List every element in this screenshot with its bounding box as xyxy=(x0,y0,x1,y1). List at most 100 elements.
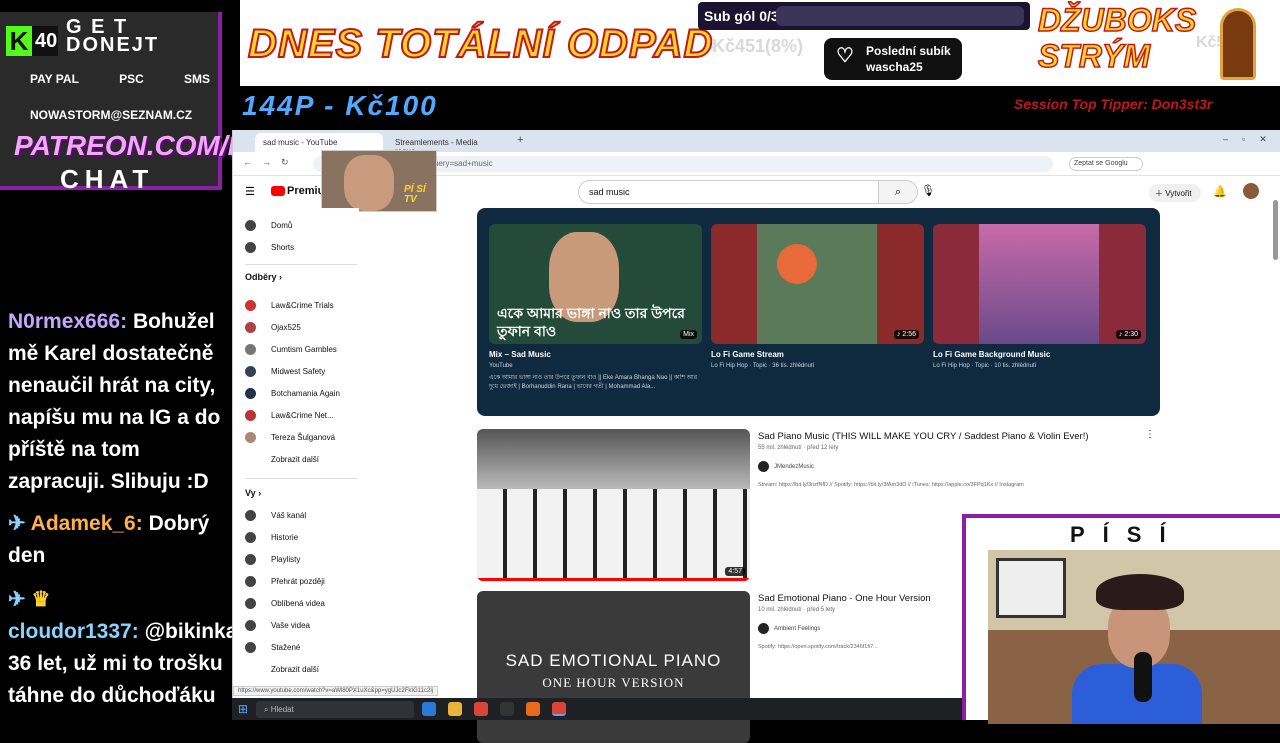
sidebar-item-your-videos[interactable]: Vaše videa xyxy=(245,616,310,634)
search-input[interactable]: sad music xyxy=(578,180,908,204)
sidebar-item-downloads[interactable]: Stažené xyxy=(245,638,300,656)
sub-goal-label: Sub gól 0/3 xyxy=(704,8,779,24)
channel-name: JMendezMusic xyxy=(774,463,815,470)
video-thumbnail[interactable]: 4:57 xyxy=(477,429,750,581)
pip-face xyxy=(344,155,394,211)
shelf-card[interactable]: একে আমার ভাঙ্গা নাও তার উপরে তুফান বাও M… xyxy=(489,224,702,392)
jukebox-title: DŽUBOKS STRÝM xyxy=(1037,1,1197,75)
like-icon xyxy=(245,597,256,609)
sidebar-item-playlists[interactable]: Playlisty xyxy=(245,550,300,568)
card-channel: Lo Fi Hip Hop · Topic · 36 tis. zhlédnut… xyxy=(711,363,815,369)
video-title[interactable]: Sad Piano Music (THIS WILL MAKE YOU CRY … xyxy=(758,431,1089,442)
duration-badge: ♪ 2:56 xyxy=(893,330,919,339)
channel-avatar xyxy=(245,431,256,443)
sidebar-label: Botchamania Again xyxy=(271,388,340,398)
sidebar-item-sub[interactable]: Ojax525 xyxy=(245,318,301,336)
tab-strip: sad music - YouTube Streamlements - Medi… xyxy=(233,130,1280,156)
tab-label: sad music - YouTube xyxy=(263,138,338,147)
scrollbar[interactable] xyxy=(1273,200,1278,260)
bell-icon[interactable]: 🔔 xyxy=(1213,185,1227,198)
pip-label: PÍ SÍ TV xyxy=(404,184,426,205)
vlc-icon[interactable] xyxy=(526,702,540,716)
mic-icon[interactable]: 🎙 xyxy=(921,184,935,197)
window-controls[interactable]: –▫✕ xyxy=(1223,134,1280,145)
thumbnail-sun xyxy=(777,244,817,284)
chrome-icon[interactable] xyxy=(474,702,488,716)
chat-message: N0rmex666: Bohužel mě Karel dostatečně n… xyxy=(8,306,238,498)
sidebar-label: Domů xyxy=(271,220,293,230)
more-options-icon[interactable]: ⋮ xyxy=(1145,429,1155,440)
last-sub-box: ♡ Poslední subík wascha25 xyxy=(824,38,962,80)
duration-badge: Mix xyxy=(680,330,697,339)
subscriptions-heading[interactable]: Odběry › xyxy=(245,272,282,282)
nav-buttons[interactable]: ←→↻ xyxy=(243,157,299,168)
sidebar-item-history[interactable]: Historie xyxy=(245,528,298,546)
microphone-icon xyxy=(1134,652,1152,702)
sidebar-item-watch-later[interactable]: Přehrát později xyxy=(245,572,325,590)
sidebar-item-sub[interactable]: Midwest Safety xyxy=(245,362,325,380)
channel-name: Ambient Feelings xyxy=(774,625,821,632)
chrome-active-icon[interactable] xyxy=(552,702,566,716)
card-title[interactable]: Lo Fi Game Stream xyxy=(711,350,924,359)
taskbar-search[interactable]: ⌕ Hledat xyxy=(256,701,414,718)
sidebar-label: Law&Crime Net... xyxy=(271,410,334,420)
sidebar-label: Oblíbená videa xyxy=(271,598,325,608)
channel-icon xyxy=(245,509,256,521)
you-heading[interactable]: Vy › xyxy=(245,488,261,498)
streamer-beret xyxy=(1096,574,1184,610)
sidebar-item-more[interactable]: Zobrazit další xyxy=(245,660,319,678)
jukebox-icon xyxy=(1220,8,1256,80)
sidebar-label: Playlisty xyxy=(271,554,301,564)
pip-overlay: PÍ SÍ TV xyxy=(321,150,437,212)
video-thumbnail[interactable]: SAD EMOTIONAL PIANO ONE HOUR VERSION xyxy=(477,591,750,743)
show-more-subs[interactable]: Zobrazit další xyxy=(245,450,319,468)
sidebar-item-sub[interactable]: Law&Crime Trials xyxy=(245,296,334,314)
video-channel[interactable]: Ambient Feelings xyxy=(758,623,820,634)
video-title[interactable]: Sad Emotional Piano - One Hour Version xyxy=(758,593,931,604)
menu-icon[interactable]: ☰ xyxy=(245,185,255,198)
edge-icon[interactable] xyxy=(422,702,436,716)
duration-badge: 4:57 xyxy=(725,567,745,576)
cam-label: PÍSÍ xyxy=(1070,522,1184,547)
sidebar-label: Law&Crime Trials xyxy=(271,300,334,310)
video-channel[interactable]: JMendezMusic xyxy=(758,461,814,472)
video-thumbnail[interactable]: একে আমার ভাঙ্গা নাও তার উপরে তুফান বাও M… xyxy=(489,224,702,344)
rocket-icon: ✈ xyxy=(8,512,26,535)
history-icon xyxy=(245,531,256,543)
ask-google-button[interactable]: Zeptat se Googlu xyxy=(1069,157,1143,171)
channel-avatar xyxy=(758,623,769,634)
shelf-card[interactable]: ♪ 2:56 Lo Fi Game Stream Lo Fi Hip Hop ·… xyxy=(711,224,924,371)
create-button[interactable]: ＋ Vytvořit xyxy=(1149,184,1201,202)
video-thumbnail[interactable]: ♪ 2:30 xyxy=(933,224,1146,344)
donate-panel: K 40 G E T DONEJT PAY PAL PSC SMS NOWAST… xyxy=(0,12,281,194)
sms-icon: SMS xyxy=(183,72,210,86)
card-desc: একে আমার ভাঙ্গা নাও তার উপরে তুফান বাও |… xyxy=(489,375,698,390)
video-desc: Stream: https://bit.ly/3nzfNfD // Spotif… xyxy=(758,482,1024,488)
shelf-card[interactable]: ♪ 2:30 Lo Fi Game Background Music Lo Fi… xyxy=(933,224,1146,371)
channel-avatar xyxy=(245,365,256,377)
sidebar-item-sub[interactable]: Cumtism Gambles xyxy=(245,340,337,358)
video-thumbnail[interactable]: ♪ 2:56 xyxy=(711,224,924,344)
sidebar-item-shorts[interactable]: Shorts xyxy=(245,238,294,256)
chevron-down-icon xyxy=(245,454,256,465)
card-title[interactable]: Lo Fi Game Background Music xyxy=(933,350,1146,359)
windows-icon[interactable]: ⊞ xyxy=(238,702,252,716)
new-tab-icon[interactable]: + xyxy=(517,134,523,146)
sidebar-item-liked[interactable]: Oblíbená videa xyxy=(245,594,325,612)
sidebar-item-sub[interactable]: Botchamania Again xyxy=(245,384,340,402)
sidebar-item-sub[interactable]: Law&Crime Net... xyxy=(245,406,334,424)
search-placeholder: Hledat xyxy=(270,705,294,714)
card-title[interactable]: Mix – Sad Music xyxy=(489,350,702,359)
sidebar-label: Cumtism Gambles xyxy=(271,344,337,354)
folder-icon[interactable] xyxy=(448,702,462,716)
sidebar-item-channel[interactable]: Váš kanál xyxy=(245,506,306,524)
avatar[interactable] xyxy=(1243,183,1259,199)
obs-icon[interactable] xyxy=(500,702,514,716)
sidebar-item-sub[interactable]: Tereza Šulganová xyxy=(245,428,335,446)
sidebar-label: Zobrazit další xyxy=(271,454,320,464)
channel-avatar xyxy=(245,299,256,311)
search-icon[interactable]: ⌕ xyxy=(878,180,918,204)
sidebar-item-home[interactable]: Domů xyxy=(245,216,292,234)
sidebar-label: Historie xyxy=(271,532,299,542)
sidebar-label: Tereza Šulganová xyxy=(271,432,336,442)
